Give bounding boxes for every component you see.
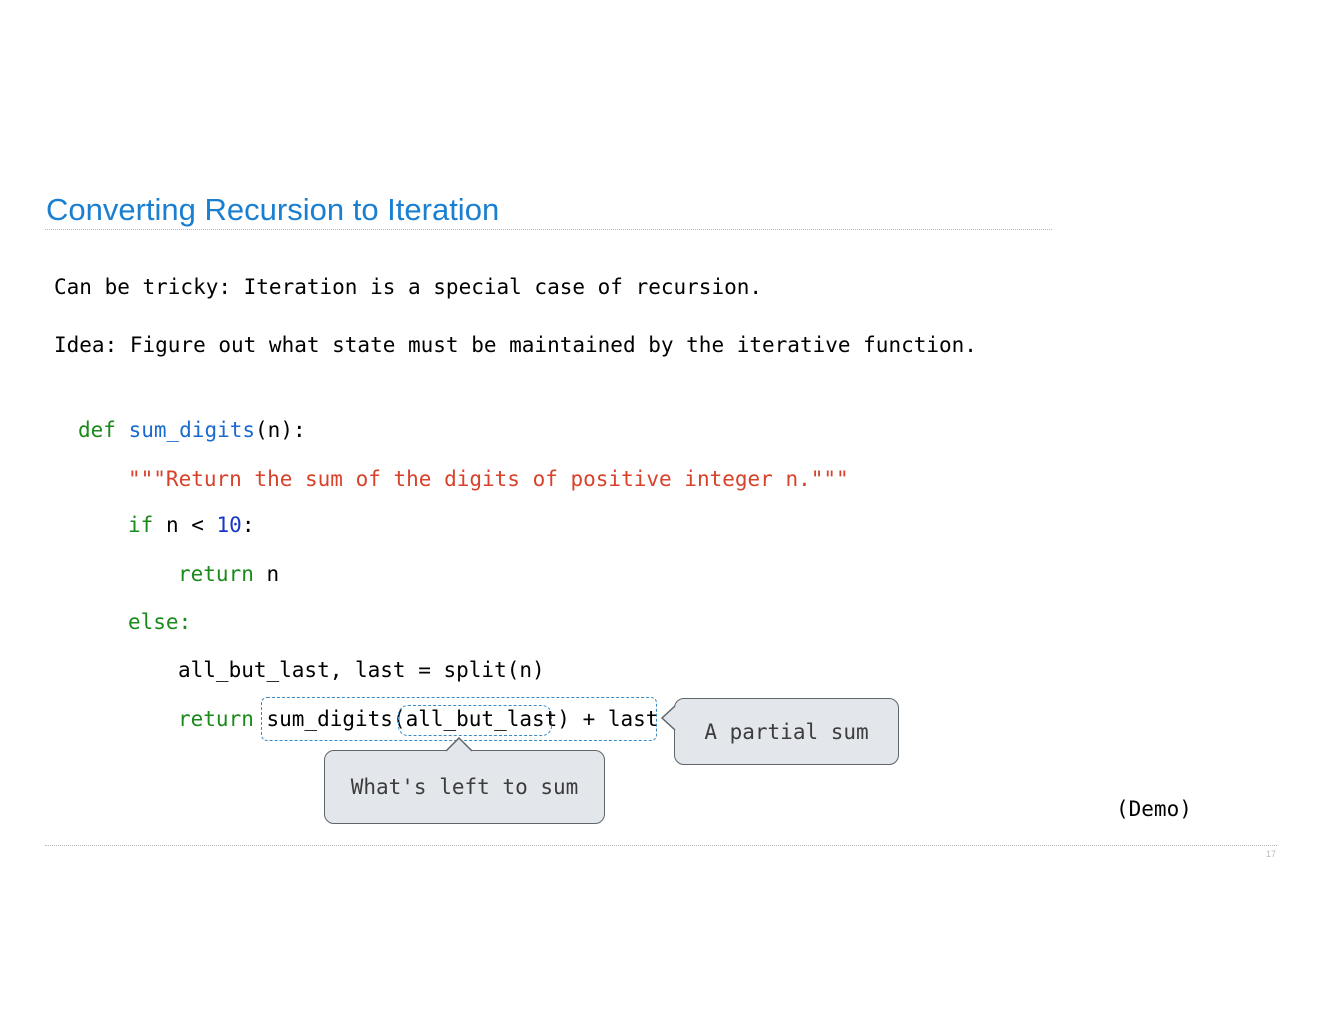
slide-title: Converting Recursion to Iteration [46, 192, 500, 227]
callout-left-to-sum: What's left to sum [324, 750, 605, 824]
callout-partial-sum: A partial sum [674, 698, 899, 765]
code-function-name: sum_digits [128, 418, 256, 442]
code-def-params: (n): [255, 418, 306, 442]
statement-idea: Idea: Figure out what state must be main… [54, 333, 977, 357]
code-if-keyword: if [128, 513, 154, 537]
code-line-else: else: [128, 610, 192, 634]
code-if-number: 10 [216, 513, 242, 537]
code-line-return-n: return n [178, 562, 279, 586]
code-line-docstring: """Return the sum of the digits of posit… [128, 467, 849, 491]
code-line-def: def sum_digits(n): [78, 418, 306, 442]
code-def-keyword: def [78, 418, 116, 442]
code-if-condition: n < [153, 513, 217, 537]
footer-divider [45, 845, 1277, 846]
code-if-colon: : [241, 513, 255, 537]
demo-label: (Demo) [1116, 797, 1192, 821]
code-return-keyword: return [178, 562, 254, 586]
callout-partial-sum-pointer [660, 705, 676, 731]
statement-tricky: Can be tricky: Iteration is a special ca… [54, 275, 763, 299]
page-number: 17 [1266, 849, 1277, 859]
callout-left-to-sum-pointer [445, 736, 473, 752]
left-to-sum-highlight [398, 705, 552, 736]
code-line-split: all_but_last, last = split(n) [178, 658, 545, 682]
code-return2-keyword: return [178, 707, 254, 731]
code-line-if: if n < 10: [128, 513, 254, 537]
title-divider [45, 229, 1052, 230]
code-return-value: n [253, 562, 280, 586]
